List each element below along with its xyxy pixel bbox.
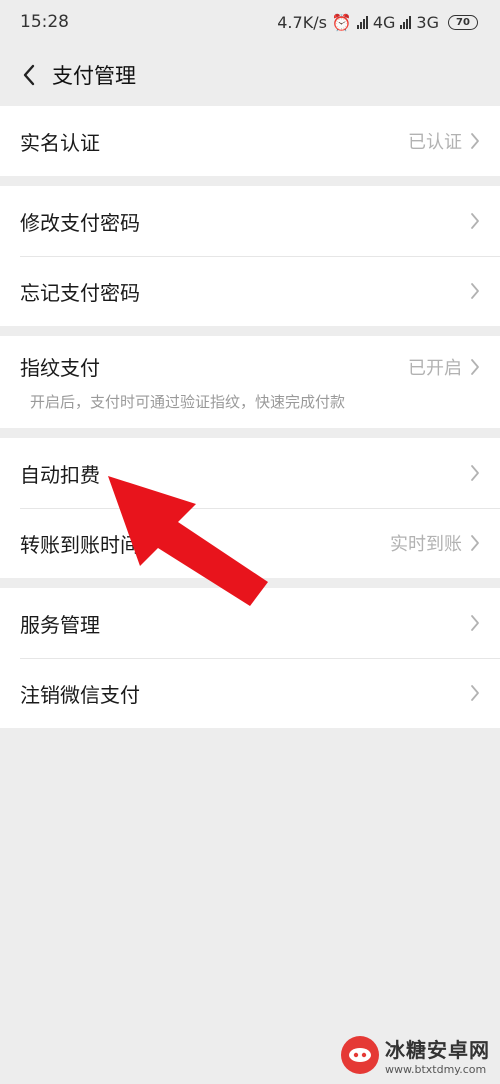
- signal-icon-2: [400, 15, 412, 29]
- back-button[interactable]: [14, 60, 44, 90]
- back-arrow-icon: [23, 64, 35, 86]
- settings-list: 实名认证 已认证 修改支付密码 忘记支付密码 指纹支付 已开启 开启后，支付时可通过验证指纹…: [0, 106, 500, 728]
- chevron-right-icon: [470, 357, 482, 377]
- watermark-logo-icon: [341, 1036, 379, 1074]
- network-type-1: 4G: [372, 12, 396, 32]
- settings-row[interactable]: 忘记支付密码: [0, 256, 500, 326]
- status-icons: 4.7K/s ⏰ 4G 3G 70: [277, 13, 478, 32]
- settings-row[interactable]: 转账到账时间 实时到账: [0, 508, 500, 578]
- row-label: 修改支付密码: [20, 210, 140, 235]
- watermark-name: 冰糖安卓网: [385, 1038, 490, 1062]
- chevron-right-icon: [470, 463, 482, 483]
- row-label: 忘记支付密码: [20, 280, 140, 305]
- row-label: 自动扣费: [20, 462, 100, 487]
- row-label: 指纹支付: [20, 356, 100, 380]
- settings-group: 实名认证 已认证: [0, 106, 500, 176]
- row-label: 服务管理: [20, 612, 100, 637]
- chevron-right-icon: [470, 683, 482, 703]
- chevron-right-icon: [470, 533, 482, 553]
- settings-row[interactable]: 实名认证 已认证: [0, 106, 500, 176]
- settings-row[interactable]: 自动扣费: [0, 438, 500, 508]
- settings-group: 自动扣费转账到账时间 实时到账: [0, 438, 500, 578]
- settings-group: 修改支付密码 忘记支付密码: [0, 186, 500, 326]
- settings-row[interactable]: 服务管理: [0, 588, 500, 658]
- alarm-icon: ⏰: [331, 12, 352, 32]
- watermark: 冰糖安卓网 www.btxtdmy.com: [341, 1034, 490, 1076]
- settings-group: 服务管理注销微信支付: [0, 588, 500, 728]
- status-bar: 15:28 4.7K/s ⏰ 4G 3G 70: [0, 0, 500, 44]
- row-label: 注销微信支付: [20, 682, 140, 707]
- chevron-right-icon: [470, 613, 482, 633]
- row-description: 开启后，支付时可通过验证指纹，快速完成付款: [30, 393, 346, 411]
- nav-bar: 支付管理: [0, 44, 500, 106]
- chevron-right-icon: [470, 281, 482, 301]
- chevron-right-icon: [470, 211, 482, 231]
- status-time: 15:28: [20, 12, 69, 32]
- row-label: 实名认证: [20, 130, 100, 155]
- page-title: 支付管理: [52, 64, 136, 88]
- settings-row[interactable]: 指纹支付 已开启开启后，支付时可通过验证指纹，快速完成付款: [0, 336, 500, 428]
- network-speed: 4.7K/s: [277, 12, 327, 32]
- row-label: 转账到账时间: [20, 532, 140, 557]
- chevron-right-icon: [470, 131, 482, 151]
- signal-icon: [356, 15, 368, 29]
- row-value: 实时到账: [390, 534, 462, 555]
- row-value: 已开启: [408, 357, 462, 379]
- row-value: 已认证: [408, 132, 462, 153]
- settings-group: 指纹支付 已开启开启后，支付时可通过验证指纹，快速完成付款: [0, 336, 500, 428]
- battery-icon: 70: [448, 14, 478, 30]
- network-type-2: 3G: [416, 12, 439, 32]
- watermark-url: www.btxtdmy.com: [385, 1063, 487, 1076]
- settings-row[interactable]: 注销微信支付: [0, 658, 500, 728]
- settings-row[interactable]: 修改支付密码: [0, 186, 500, 256]
